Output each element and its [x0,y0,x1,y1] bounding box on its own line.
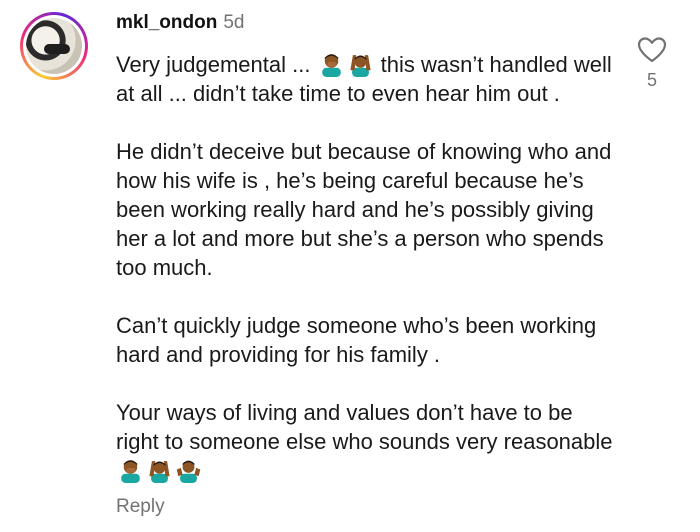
man-facepalming-emoji [321,54,341,77]
man-gesturing-ok-emoji [349,55,371,77]
comment-body: Very judgemental ... this wasn’t handled… [116,50,616,485]
comment: mkl_ondon 5d Very judgemental ... this wa… [116,10,616,485]
heart-outline-icon[interactable] [637,36,667,64]
timestamp: 5d [223,12,245,33]
reply-button[interactable]: Reply [116,496,165,518]
username[interactable]: mkl_ondon [116,12,217,33]
man-shrugging-emoji [176,460,201,483]
like-count: 5 [646,70,657,90]
comment-paragraph-2: He didn’t deceive but because of knowing… [116,139,618,280]
avatar[interactable] [26,18,82,74]
comment-paragraph-4: Your ways of living and values don’t hav… [116,398,616,485]
comment-paragraph-3: Can’t quickly judge someone who’s been w… [116,313,603,367]
man-gesturing-ok-emoji [149,461,170,483]
comment-paragraph-1: Very judgemental ... this wasn’t handled… [116,52,618,106]
comment-header: mkl_ondon 5d [116,10,616,36]
man-facepalming-emoji [121,460,140,483]
avatar-ring[interactable] [20,12,88,80]
like-control: 5 [636,36,668,91]
